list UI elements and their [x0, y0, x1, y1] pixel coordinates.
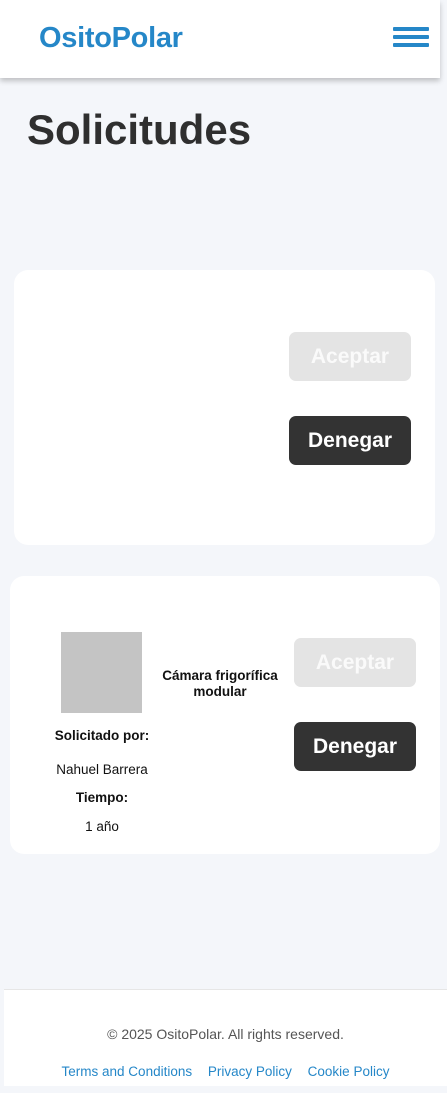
time-value: 1 año [85, 819, 119, 834]
requested-by-value: Nahuel Barrera [56, 762, 148, 777]
accept-button[interactable]: Aceptar [289, 332, 411, 381]
terms-link[interactable]: Terms and Conditions [62, 1064, 193, 1079]
request-card: Aceptar Denegar [14, 270, 435, 545]
deny-button[interactable]: Denegar [289, 416, 411, 465]
navbar: OsitoPolar [0, 0, 440, 78]
menu-bar [393, 27, 429, 31]
footer-links: Terms and Conditions Privacy Policy Cook… [4, 1064, 447, 1079]
menu-bar [393, 43, 429, 47]
menu-bar [393, 35, 429, 39]
requested-by-label: Solicitado por: [54, 728, 150, 743]
time-label: Tiempo: [75, 790, 129, 805]
copyright-text: © 2025 OsitoPolar. All rights reserved. [107, 1026, 344, 1042]
hamburger-menu-icon[interactable] [393, 27, 429, 49]
product-image [61, 632, 142, 713]
deny-button[interactable]: Denegar [294, 722, 416, 771]
footer: © 2025 OsitoPolar. All rights reserved. … [4, 989, 447, 1086]
request-card: Cámara frigorífica modular Solicitado po… [10, 576, 440, 854]
product-name: Cámara frigorífica modular [162, 668, 278, 699]
page-title: Solicitudes [27, 106, 252, 153]
accept-button[interactable]: Aceptar [294, 638, 416, 687]
privacy-link[interactable]: Privacy Policy [208, 1064, 292, 1079]
cookie-link[interactable]: Cookie Policy [308, 1064, 390, 1079]
brand-logo[interactable]: OsitoPolar [39, 22, 183, 55]
